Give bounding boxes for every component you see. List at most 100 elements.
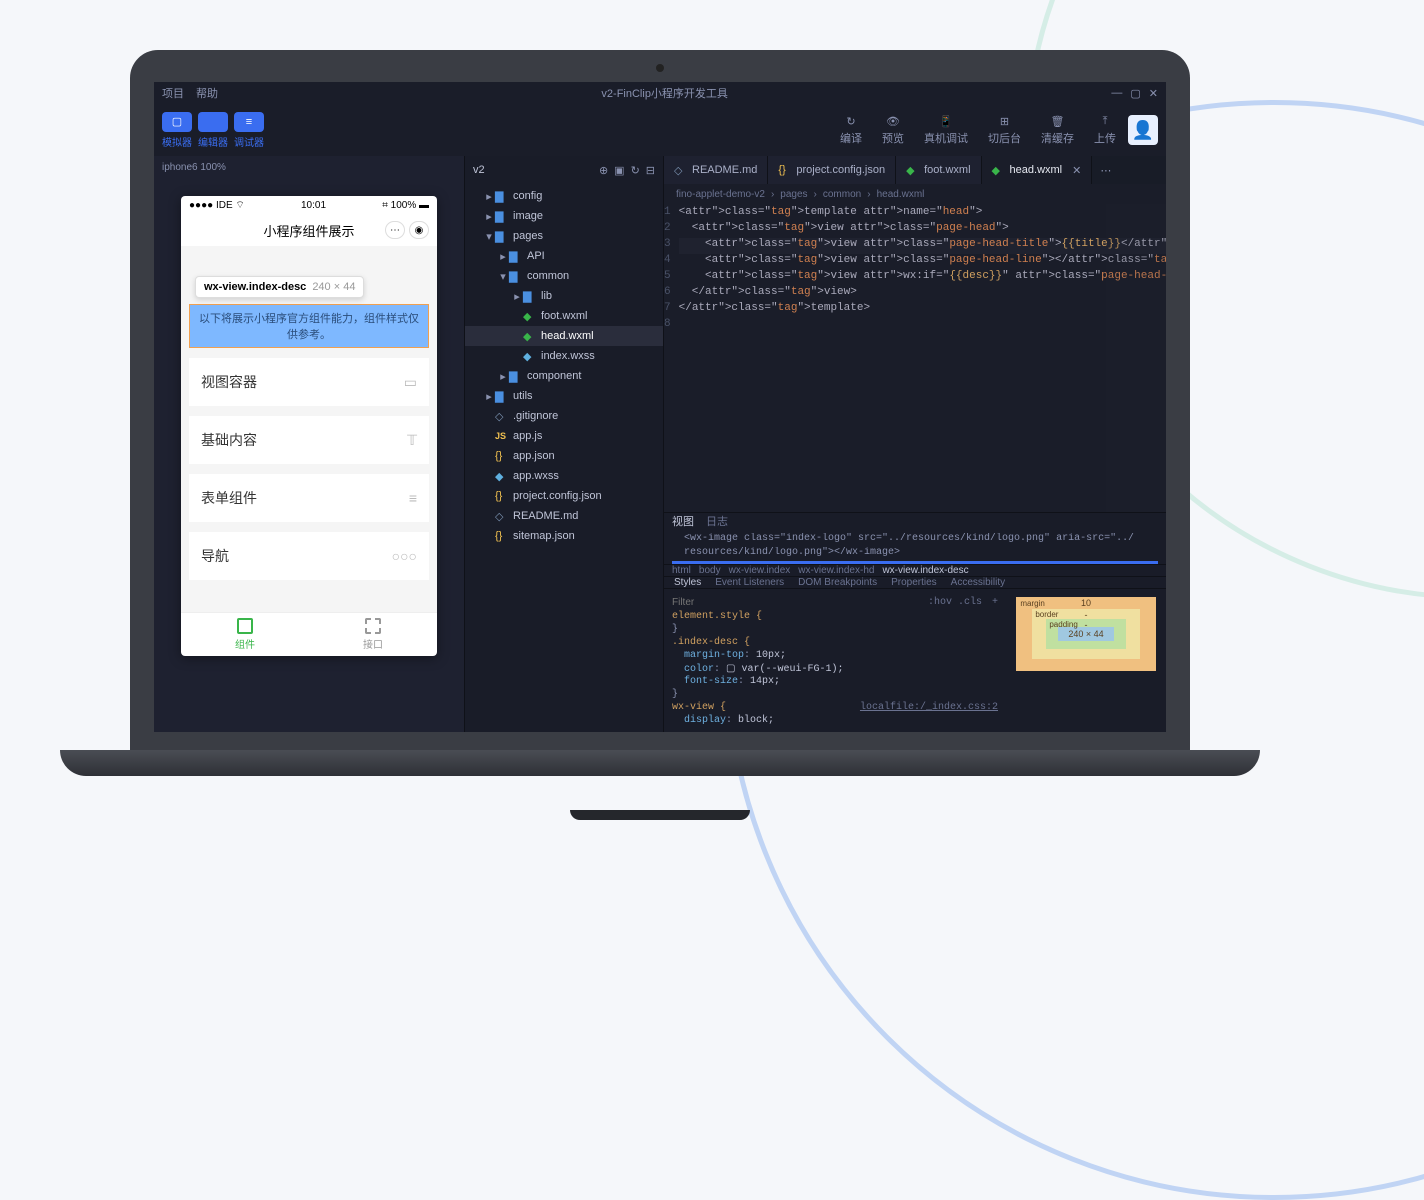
folder-icon: ▇ bbox=[495, 210, 509, 223]
mode-button[interactable]: ▢模拟器 bbox=[162, 112, 192, 149]
tree-folder[interactable]: ▸▇component bbox=[465, 366, 663, 386]
item-icon: ○○○ bbox=[392, 548, 417, 564]
tree-folder[interactable]: ▸▇config bbox=[465, 186, 663, 206]
phone-time: 10:01 bbox=[245, 200, 382, 211]
list-item[interactable]: 视图容器▭ bbox=[189, 358, 429, 406]
folder-icon: ▇ bbox=[509, 370, 523, 383]
tree-folder[interactable]: ▾▇common bbox=[465, 266, 663, 286]
phone-navbar: 小程序组件展示 ⋯ ◉ bbox=[181, 214, 437, 246]
app-window: 项目帮助 v2-FinClip小程序开发工具 — ▢ ✕ ▢模拟器编辑器≡调试器… bbox=[154, 82, 1166, 732]
minimize-icon[interactable]: — bbox=[1111, 87, 1122, 100]
styles-tab[interactable]: Properties bbox=[891, 577, 937, 588]
list-item[interactable]: 导航○○○ bbox=[189, 532, 429, 580]
menu-dots-icon[interactable]: ⋯ bbox=[385, 221, 405, 239]
editor-tab[interactable]: ◆head.wxml✕ bbox=[982, 156, 1093, 184]
hov-cls-toggle[interactable]: :hov .cls bbox=[928, 597, 982, 608]
tree-folder[interactable]: ▸▇utils bbox=[465, 386, 663, 406]
element-path-item[interactable]: wx-view.index-hd bbox=[798, 565, 874, 576]
breadcrumb-item[interactable]: fino-applet-demo-v2 bbox=[676, 189, 765, 200]
file-explorer: v2 ⊕ ▣ ↻ ⊟ ▸▇config▸▇image▾▇pages▸▇API▾▇… bbox=[464, 156, 664, 732]
tabbar-item-components[interactable]: 组件 bbox=[181, 613, 309, 656]
tree-file[interactable]: JSapp.js bbox=[465, 426, 663, 446]
highlighted-element[interactable]: 以下将展示小程序官方组件能力，组件样式仅供参考。 bbox=[189, 304, 429, 348]
maximize-icon[interactable]: ▢ bbox=[1130, 87, 1140, 100]
styles-tab[interactable]: Event Listeners bbox=[715, 577, 784, 588]
mode-button[interactable]: 编辑器 bbox=[198, 112, 228, 149]
list-item[interactable]: 表单组件≡ bbox=[189, 474, 429, 522]
tree-folder[interactable]: ▸▇image bbox=[465, 206, 663, 226]
element-tooltip: wx-view.index-desc240 × 44 bbox=[195, 276, 364, 298]
element-row[interactable]: resources/kind/logo.png"></wx-image> bbox=[672, 547, 1158, 561]
tree-file[interactable]: ◆head.wxml bbox=[465, 326, 663, 346]
tree-file[interactable]: {}project.config.json bbox=[465, 486, 663, 506]
toolbar-action[interactable]: 📱真机调试 bbox=[924, 114, 968, 146]
styles-tab[interactable]: Accessibility bbox=[951, 577, 1005, 588]
chevron-icon: ▸ bbox=[483, 190, 495, 203]
list-item[interactable]: 基础内容𝕋 bbox=[189, 416, 429, 464]
toolbar-action[interactable]: 🗑清缓存 bbox=[1041, 114, 1074, 146]
menu-item[interactable]: 帮助 bbox=[196, 85, 218, 101]
titlebar: 项目帮助 v2-FinClip小程序开发工具 — ▢ ✕ bbox=[154, 82, 1166, 104]
styles-filter-input[interactable] bbox=[672, 597, 918, 608]
styles-rules[interactable]: :hov .cls + element.style {}.index-desc … bbox=[664, 589, 1006, 732]
add-rule-icon[interactable]: + bbox=[992, 597, 998, 608]
mode-icon: ≡ bbox=[234, 112, 264, 132]
item-icon: 𝕋 bbox=[407, 432, 417, 449]
tree-file[interactable]: {}sitemap.json bbox=[465, 526, 663, 546]
code-editor[interactable]: 12345678 <attr">class="tag">template att… bbox=[664, 204, 1166, 512]
element-path-item[interactable]: wx-view.index-desc bbox=[882, 565, 968, 576]
file-icon: {} bbox=[778, 164, 790, 176]
editor-tab[interactable]: ◇README.md bbox=[664, 156, 768, 184]
chevron-icon: ▾ bbox=[483, 230, 495, 243]
element-path-item[interactable]: body bbox=[699, 565, 721, 576]
tree-file[interactable]: ◆app.wxss bbox=[465, 466, 663, 486]
collapse-icon[interactable]: ⊟ bbox=[646, 164, 655, 177]
tree-file[interactable]: ◆foot.wxml bbox=[465, 306, 663, 326]
toolbar-action[interactable]: ⤒上传 bbox=[1094, 114, 1116, 146]
avatar[interactable]: 👤 bbox=[1128, 115, 1158, 145]
refresh-icon[interactable]: ↻ bbox=[631, 164, 640, 177]
minimap[interactable] bbox=[1106, 204, 1166, 512]
tab-overflow-icon[interactable]: ⋯ bbox=[1092, 156, 1119, 184]
tree-file[interactable]: ◇README.md bbox=[465, 506, 663, 526]
tree-folder[interactable]: ▸▇lib bbox=[465, 286, 663, 306]
element-path-item[interactable]: wx-view.index bbox=[729, 565, 791, 576]
camera-dot bbox=[656, 64, 664, 72]
mode-button[interactable]: ≡调试器 bbox=[234, 112, 264, 149]
close-icon[interactable]: ✕ bbox=[1149, 87, 1158, 100]
new-file-icon[interactable]: ⊕ bbox=[599, 164, 608, 177]
tree-folder[interactable]: ▾▇pages bbox=[465, 226, 663, 246]
breadcrumb-item[interactable]: pages bbox=[780, 189, 807, 200]
toolbar-action[interactable]: ↻编译 bbox=[840, 114, 862, 146]
close-target-icon[interactable]: ◉ bbox=[409, 221, 429, 239]
tree-folder[interactable]: ▸▇API bbox=[465, 246, 663, 266]
breadcrumb-item[interactable]: common bbox=[823, 189, 861, 200]
styles-tab[interactable]: DOM Breakpoints bbox=[798, 577, 877, 588]
file-icon: ◇ bbox=[674, 164, 686, 177]
elements-panel[interactable]: <wx-image class="index-logo" src="../res… bbox=[664, 529, 1166, 564]
item-icon: ▭ bbox=[404, 374, 417, 391]
close-tab-icon[interactable]: ✕ bbox=[1072, 164, 1081, 177]
simulator-panel: iphone6 100% ●●●● IDE ⌔ 10:01 ⌗ 100% ▬ 小… bbox=[154, 156, 464, 732]
tree-file[interactable]: {}app.json bbox=[465, 446, 663, 466]
styles-tab[interactable]: Styles bbox=[674, 577, 701, 588]
tree-file[interactable]: ◇.gitignore bbox=[465, 406, 663, 426]
simulator-device-label: iphone6 100% bbox=[154, 156, 464, 178]
new-folder-icon[interactable]: ▣ bbox=[614, 164, 624, 177]
signal-icon: ●●●● IDE ⌔ bbox=[189, 199, 245, 212]
folder-icon: ▇ bbox=[495, 190, 509, 203]
tabbar-item-api[interactable]: 接口 bbox=[309, 613, 437, 656]
breadcrumb-item[interactable]: head.wxml bbox=[877, 189, 925, 200]
devtools-tab-view[interactable]: 视图 bbox=[672, 513, 694, 529]
phone-tabbar: 组件 接口 bbox=[181, 612, 437, 656]
devtools-tab-log[interactable]: 日志 bbox=[706, 513, 728, 529]
editor-tab[interactable]: {}project.config.json bbox=[768, 156, 896, 184]
menu-item[interactable]: 项目 bbox=[162, 85, 184, 101]
editor-tab[interactable]: ◆foot.wxml bbox=[896, 156, 981, 184]
toolbar-action[interactable]: ⊞切后台 bbox=[988, 114, 1021, 146]
element-row[interactable]: <wx-image class="index-logo" src="../res… bbox=[672, 533, 1158, 547]
box-model: 10 - - 240 × 44 bbox=[1006, 589, 1166, 732]
tree-file[interactable]: ◆index.wxss bbox=[465, 346, 663, 366]
element-path-item[interactable]: html bbox=[672, 565, 691, 576]
toolbar-action[interactable]: 👁预览 bbox=[882, 114, 904, 146]
